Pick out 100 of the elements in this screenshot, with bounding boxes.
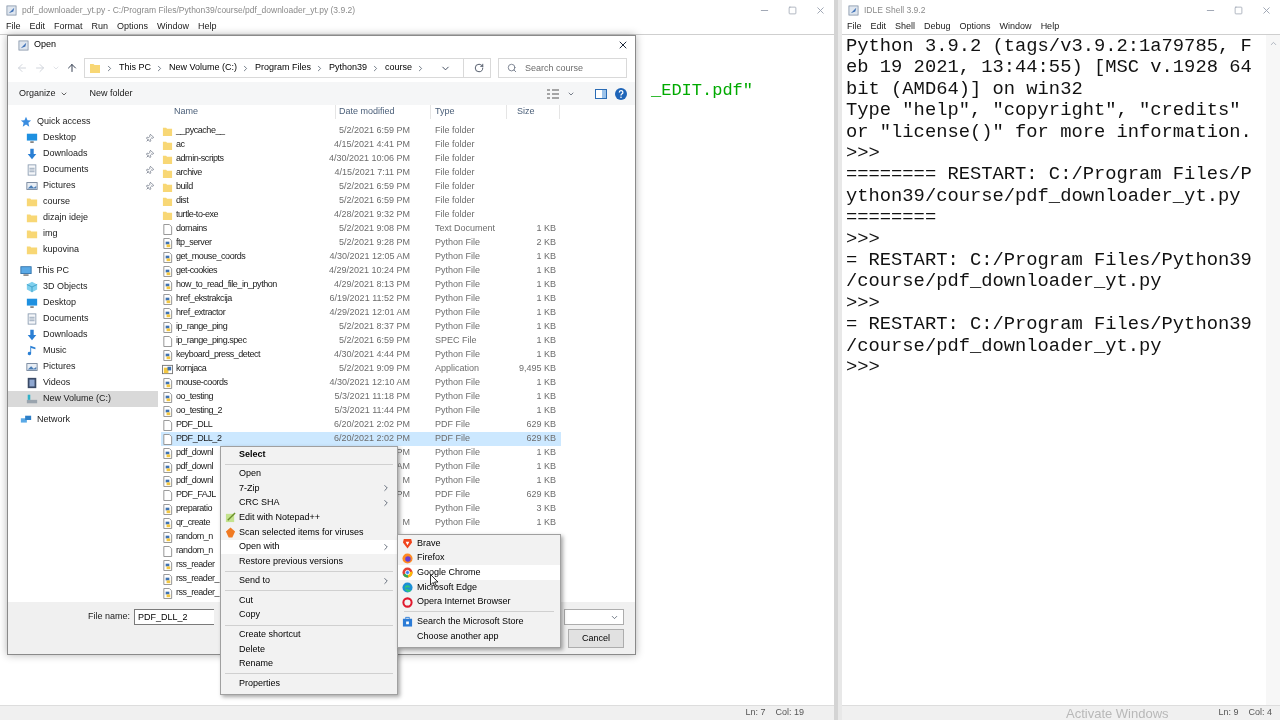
file-row[interactable]: PDF_DLL_2 6/20/2021 2:02 PM PDF File 629 KB [161,432,561,446]
organize-button[interactable]: Organize [19,86,68,101]
sidebar-item[interactable]: Documents [8,162,158,178]
file-name[interactable]: PDF_FAJL [176,488,216,502]
sidebar-item[interactable]: Documents [8,311,158,327]
menu-item[interactable]: Shell [895,20,916,34]
menu-item[interactable]: Rename [221,656,397,672]
file-name[interactable]: get_mouse_coords [176,250,246,264]
file-name[interactable]: oo_testing_2 [176,404,223,418]
sidebar-item[interactable]: Network [8,412,158,428]
menu-item[interactable]: 7-Zip [221,481,397,496]
file-name[interactable]: ftp_server [176,236,212,250]
menu-item[interactable]: Microsoft Edge [398,580,560,595]
menu-item[interactable]: Restore previous versions [221,554,397,569]
sidebar-item[interactable]: Pictures [8,359,158,375]
menu-item[interactable]: Search the Microsoft Store [398,614,560,630]
file-name[interactable]: href_ekstrakcija [176,292,232,306]
breadcrumb-item[interactable]: New Volume (C:) [169,61,238,75]
sidebar-item[interactable]: Desktop [8,295,158,311]
file-name[interactable]: random_n [176,530,213,544]
menu-item[interactable]: Open [221,466,397,482]
forward-icon[interactable] [34,62,46,74]
file-name[interactable]: rss_reader_ [176,572,220,586]
up-icon[interactable] [66,62,78,74]
file-name[interactable]: ip_range_ping [176,320,228,334]
menu-item[interactable]: Edit [870,20,887,34]
pin-icon[interactable] [143,179,156,193]
view-list-icon[interactable] [547,88,559,99]
sidebar-item[interactable]: img [8,226,158,242]
menu-item[interactable]: Help [198,20,217,34]
menu-item[interactable]: CRC SHA [221,495,397,511]
sidebar-item[interactable]: Downloads [8,146,158,162]
sidebar-item[interactable]: Pictures [8,178,158,194]
menu-item[interactable]: Run [91,20,109,34]
file-name[interactable]: PDF_DLL [176,418,213,432]
cancel-button[interactable]: Cancel [568,629,624,648]
file-name[interactable]: build [176,180,193,194]
address-bar[interactable]: This PC New Volume (C:) Program Files Python39 course [84,58,491,78]
menu-item[interactable]: Options [117,20,149,34]
maximize-icon[interactable] [788,5,797,15]
menu-item[interactable]: Copy [221,607,397,623]
menu-item[interactable]: Window [157,20,190,34]
file-name[interactable]: qr_create [176,516,210,530]
file-name[interactable]: get-cookies [176,264,218,278]
new-folder-button[interactable]: New folder [89,86,133,101]
menu-item[interactable]: Help [1040,20,1060,34]
menu-item[interactable]: File [6,20,21,34]
pin-icon[interactable] [143,147,156,161]
file-name[interactable]: kornjaca [176,362,207,376]
file-name[interactable]: dist [176,194,189,208]
file-name[interactable]: PDF_DLL_2 [176,432,222,446]
file-name[interactable]: keyboard_press_detect [176,348,261,362]
menu-item[interactable]: Cut [221,593,397,608]
breadcrumb-item[interactable]: This PC [119,61,151,75]
menu-item[interactable]: Opera Internet Browser [398,594,560,610]
menu-item[interactable]: Delete [221,642,397,657]
sidebar-item[interactable]: Videos [8,375,158,391]
sidebar-item[interactable]: Downloads [8,327,158,343]
column-header[interactable]: Size [506,105,560,119]
file-name[interactable]: random_n [176,544,213,558]
file-name[interactable]: admin-scripts [176,152,224,166]
menu-item[interactable]: Format [54,20,83,34]
file-name[interactable]: __pycache__ [176,124,225,138]
sidebar-item[interactable]: dizajn ideje [8,210,158,226]
file-name[interactable]: rss_reader [176,558,215,572]
chevron-icon[interactable] [52,64,60,72]
file-name-field[interactable]: PDF_DLL_2 [134,609,214,625]
breadcrumb-item[interactable]: course [385,61,413,75]
menu-item[interactable]: Choose another app [398,629,560,644]
preview-pane-icon[interactable] [595,88,607,99]
close-icon[interactable] [617,39,629,51]
help-icon[interactable] [615,87,627,100]
file-name[interactable]: preparatio [176,502,213,516]
file-name[interactable]: rss_reader_ [176,586,220,600]
pin-icon[interactable] [143,163,156,177]
file-name[interactable]: ac [176,138,185,152]
pin-icon[interactable] [143,131,156,145]
file-name[interactable]: how_to_read_file_in_python [176,278,277,292]
breadcrumb-item[interactable]: Python39 [329,61,368,75]
back-icon[interactable] [16,62,28,74]
breadcrumb-item[interactable]: Program Files [255,61,312,75]
sidebar-item[interactable]: kupovina [8,242,158,258]
menu-item[interactable]: Edit with Notepad++ [221,510,397,525]
menu-item[interactable]: Firefox [398,550,560,566]
file-name[interactable]: href_extractor [176,306,226,320]
menu-item[interactable]: Brave [398,536,560,551]
menu-item[interactable]: Send to [221,573,397,589]
sidebar-item[interactable]: 3D Objects [8,279,158,295]
column-header[interactable]: Date modified [335,105,430,119]
column-header[interactable]: Name [161,105,335,119]
file-name[interactable]: turtle-to-exe [176,208,219,222]
file-name[interactable]: mouse-coords [176,376,228,390]
file-name[interactable]: pdf_downl [176,474,213,488]
sidebar-item[interactable]: Desktop [8,130,158,146]
file-name[interactable]: oo_testing [176,390,214,404]
sidebar-item[interactable]: course [8,194,158,210]
menu-item[interactable]: Scan selected items for viruses [221,524,397,540]
file-type-dropdown[interactable] [564,609,624,625]
menu-item[interactable]: Create shortcut [221,627,397,643]
sidebar-item[interactable]: Music [8,343,158,359]
